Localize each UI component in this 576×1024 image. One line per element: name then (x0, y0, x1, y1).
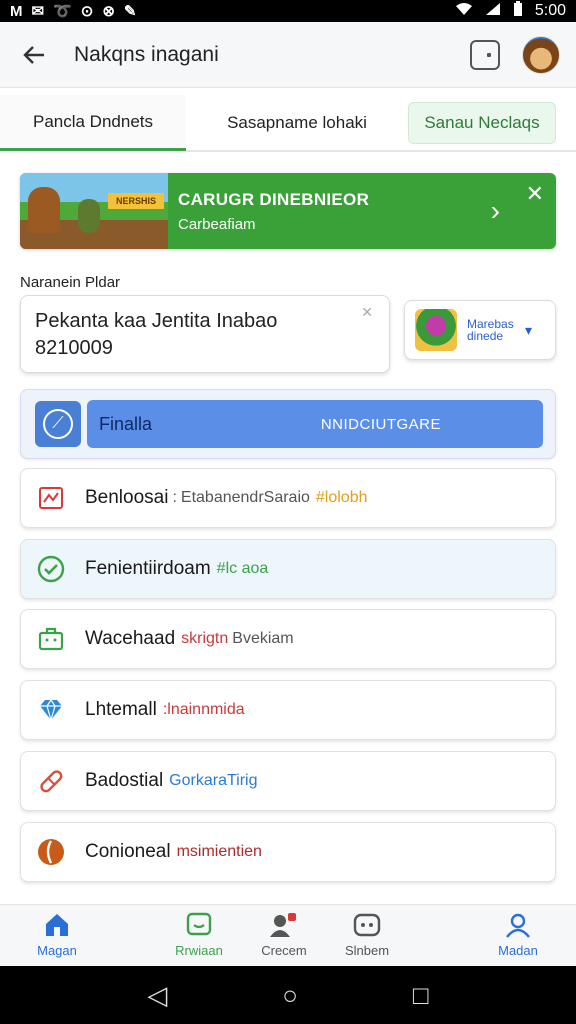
banner-art-tag: NERSHIS (108, 193, 164, 209)
banner-character-2 (78, 199, 100, 233)
signal-icon (485, 2, 501, 21)
avatar[interactable] (522, 35, 560, 74)
list-item-tag: skrigtn (181, 630, 229, 647)
arrow-left-icon (23, 45, 44, 64)
banner-game-art: NERSHIS (20, 173, 168, 249)
input-value-line2: 8210009 (35, 337, 113, 359)
target-icon: ⊙ (80, 3, 94, 20)
chevron-down-icon: ▾ (525, 321, 533, 338)
nav-label: Rrwiaan (175, 943, 223, 958)
app-actions (470, 35, 560, 74)
list-item-separator: : (172, 489, 177, 506)
check-circle-icon (37, 555, 65, 583)
banner-subtitle: Carbeafiam (178, 215, 256, 233)
promo-banner[interactable]: NERSHIS CARUGR DINEBNIEOR Carbeafiam › ✕ (20, 173, 556, 249)
clock: 5:00 (534, 2, 566, 19)
list-item[interactable]: Fenientiirdoam #lc aoa (20, 539, 556, 599)
gamepad-icon (353, 913, 381, 937)
name-input-field[interactable]: Pekanta kaa Jentita Inabao 8210009 ✕ (20, 295, 390, 373)
tab-pancla[interactable]: Pancla Dndnets (0, 95, 186, 151)
window-button[interactable] (470, 39, 500, 70)
primary-action-button[interactable]: Finalla NNIDCIUTGARE (87, 400, 543, 448)
compass-button[interactable]: ⟋ (35, 401, 81, 447)
window-dot-icon (487, 52, 491, 57)
system-indicators: 5:00 (455, 0, 566, 22)
tab-sasapname[interactable]: Sasapname lohaki (186, 95, 408, 151)
diamond-icon (37, 696, 65, 724)
nav-label: Madan (498, 943, 538, 958)
people-icon (270, 913, 296, 937)
nav-item-magan[interactable]: Magan (17, 911, 97, 963)
list-item-title: Benloosai (85, 487, 169, 508)
bandage-icon (37, 767, 65, 795)
nav-item-madan[interactable]: Madan (478, 911, 558, 963)
mail-icon: M (10, 2, 23, 20)
list-item[interactable]: Lhtemall :lnainnmida (20, 680, 556, 740)
list-item-title: Badostial (85, 770, 164, 791)
primary-action-text: NNIDCIUTGARE (320, 415, 441, 433)
status-bar: M ✉ ➰ ⊙ ⊗ ✎ 5:00 (0, 0, 576, 22)
back-button[interactable] (16, 37, 52, 73)
system-navigation-bar: ◁ ○ □ (0, 966, 576, 1024)
tab-sanau[interactable]: Sanau Neclaqs (408, 102, 556, 144)
home-icon (46, 914, 68, 936)
notification-icons: M ✉ ➰ ⊙ ⊗ ✎ (10, 2, 137, 21)
banner-character (28, 187, 60, 233)
tab-bar: Pancla Dndnets Sasapname lohaki Sanau Ne… (0, 95, 576, 152)
list-item-tag: #lc aoa (216, 560, 269, 577)
shield-icon (37, 838, 65, 866)
wifi-icon (455, 2, 473, 21)
chat-icon (186, 912, 212, 936)
battery-icon (513, 0, 523, 22)
nav-label: Magan (37, 943, 77, 958)
close-icon[interactable]: ✕ (526, 181, 544, 207)
list-item-detail: EtabanendrSaraio (180, 489, 310, 506)
list-item-detail: Bvekiam (232, 630, 294, 647)
list-item-tag: :lnainnmida (162, 701, 245, 718)
game-selector-label: Marebas dinede (467, 317, 514, 343)
game-selector[interactable]: Marebas dinede ▾ (404, 300, 556, 360)
system-back-button[interactable]: ◁ (147, 980, 167, 1011)
input-value-line1: Pekanta kaa Jentita Inabao (35, 310, 278, 332)
system-recents-button[interactable]: □ (413, 980, 429, 1011)
chart-icon (37, 484, 65, 512)
nav-item-rrwiaan[interactable]: Rrwiaan (159, 911, 239, 963)
primary-label: Finalla (99, 413, 153, 434)
banner-text: CARUGR DINEBNIEOR Carbeafiam (178, 190, 369, 233)
system-home-button[interactable]: ○ (282, 980, 298, 1011)
list-item-tag: #lolobh (315, 489, 368, 506)
clear-input-icon[interactable]: ✕ (361, 304, 373, 321)
page-title: Nakqns inagani (74, 42, 219, 66)
list-item-tag: msimientien (176, 843, 262, 860)
list-item[interactable]: Badostial GorkaraTirig (20, 751, 556, 811)
list-item-title: Wacehaad (85, 628, 176, 649)
section-label: Naranein Pldar (20, 274, 121, 291)
compass-icon: ⟋ (43, 409, 73, 439)
list-item[interactable]: Wacehaad skrigtn Bvekiam (20, 609, 556, 669)
chevron-right-icon[interactable]: › (491, 195, 500, 227)
game-thumbnail (415, 309, 457, 351)
loop-icon: ➰ (53, 3, 72, 20)
nav-label: Crecem (261, 943, 307, 958)
briefcase-icon (37, 625, 65, 653)
nav-label: Slnbem (344, 943, 390, 958)
bottom-navigation: Magan Rrwiaan Crecem Slnbem Madan (0, 904, 576, 966)
list-item-title: Conioneal (85, 841, 171, 862)
list-item[interactable]: Benloosai : EtabanendrSaraio #lolobh (20, 468, 556, 528)
list-item-title: Fenientiirdoam (85, 558, 211, 579)
edit-icon: ✎ (123, 3, 137, 20)
list-item[interactable]: Conioneal msimientien (20, 822, 556, 882)
nav-item-slnbem[interactable]: Slnbem (327, 911, 407, 963)
blocked-icon: ⊗ (102, 3, 115, 20)
primary-action-card: ⟋ Finalla NNIDCIUTGARE (20, 389, 556, 459)
message-icon: ✉ (31, 3, 45, 20)
app-bar: Nakqns inagani (0, 22, 576, 88)
list-item-title: Lhtemall (85, 699, 157, 720)
nav-item-crecem[interactable]: Crecem (244, 911, 324, 963)
person-icon (506, 913, 530, 938)
banner-title: CARUGR DINEBNIEOR (178, 189, 370, 209)
list-item-tag: GorkaraTirig (169, 772, 258, 789)
